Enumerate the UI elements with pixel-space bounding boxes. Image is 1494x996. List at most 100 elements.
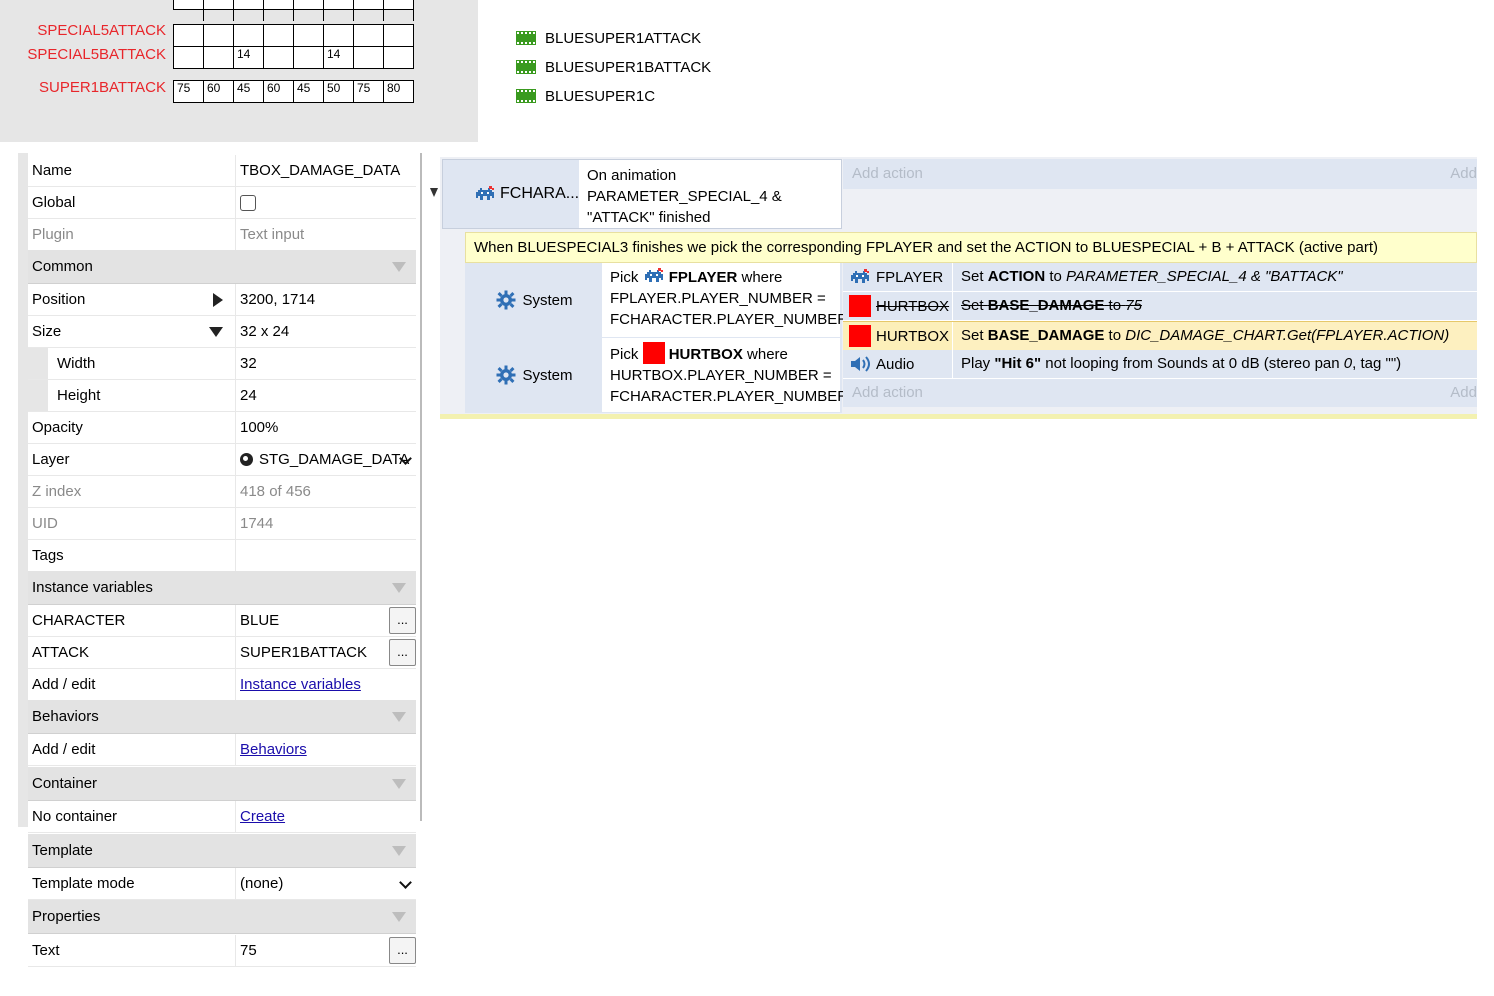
section-label: Container (32, 775, 98, 792)
condition-line: HURTBOX.PLAYER_NUMBER = (610, 367, 832, 384)
action-text: Play "Hit 6" not looping from Sounds at … (952, 350, 1477, 378)
grid-cell[interactable] (384, 0, 414, 21)
grid-cell[interactable] (354, 25, 384, 46)
collapse-triangle-icon (392, 911, 406, 922)
text-field[interactable]: 75 ... (235, 935, 416, 966)
height-field[interactable]: 24 (235, 380, 416, 411)
section-label: Properties (32, 908, 101, 925)
edit-ellipsis-button[interactable]: ... (389, 639, 416, 666)
prop-label: ATTACK (32, 644, 89, 661)
sprite-invader-icon (643, 268, 665, 284)
add-action-button[interactable]: Add action Add (843, 159, 1477, 189)
grid-row: 75 60 45 60 45 50 75 80 (173, 80, 414, 103)
action-object-name: Audio (876, 355, 915, 373)
grid-cell[interactable] (174, 25, 204, 46)
prop-row-zindex: Z index 418 of 456 (28, 476, 416, 508)
size-field[interactable]: 32 x 24 (235, 316, 416, 347)
prop-row-plugin: Plugin Text input (28, 219, 416, 251)
instance-variables-link[interactable]: Instance variables (240, 676, 361, 693)
section-container[interactable]: Container (28, 767, 416, 801)
create-container-link[interactable]: Create (240, 808, 285, 825)
edit-ellipsis-button[interactable]: ... (389, 937, 416, 964)
prop-value: BLUE (240, 612, 280, 629)
action-row[interactable]: FPLAYER Set ACTION to PARAMETER_SPECIAL_… (843, 263, 1477, 292)
grid-cell[interactable]: 75 (174, 81, 204, 102)
grid-cell[interactable]: 14 (324, 47, 354, 68)
grid-cell[interactable] (264, 0, 294, 21)
where-word: where (741, 269, 783, 286)
speaker-icon (851, 356, 870, 372)
prop-value: (none) (240, 875, 284, 892)
global-checkbox[interactable] (240, 194, 256, 211)
grid-cell[interactable]: 80 (384, 81, 414, 102)
grid-cell[interactable] (204, 47, 234, 68)
behaviors-link[interactable]: Behaviors (240, 741, 307, 758)
grid-cell[interactable] (294, 0, 324, 21)
sub-condition[interactable]: System Pick HURTBOX where HURTBOX.PLAYER… (467, 338, 848, 412)
grid-cell[interactable]: 50 (324, 81, 354, 102)
grid-cell[interactable] (294, 47, 324, 68)
collapse-triangle-icon (392, 778, 406, 789)
grid-cell[interactable] (264, 47, 294, 68)
action-row-selected[interactable]: HURTBOX Set BASE_DAMAGE to DIC_DAMAGE_CH… (843, 321, 1477, 351)
action-row[interactable]: Audio Play "Hit 6" not looping from Soun… (843, 350, 1477, 379)
layer-select[interactable]: STG_DAMAGE_DATA (235, 444, 416, 475)
add-action-button[interactable]: Add action Add (843, 379, 1477, 407)
attack-field[interactable]: SUPER1BATTACK ... (235, 637, 416, 668)
section-template[interactable]: Template (28, 834, 416, 868)
grid-cell[interactable] (384, 25, 414, 46)
opacity-field[interactable]: 100% (235, 412, 416, 443)
grid-cell[interactable] (294, 25, 324, 46)
section-behaviors[interactable]: Behaviors (28, 700, 416, 734)
collapse-event-icon[interactable] (430, 188, 438, 197)
grid-cell[interactable]: 60 (264, 81, 294, 102)
grid-cell[interactable] (234, 25, 264, 46)
grid-cell[interactable]: 75 (354, 81, 384, 102)
template-mode-select[interactable]: (none) (235, 868, 416, 899)
panel-scrollbar[interactable] (420, 153, 422, 821)
edit-ellipsis-button[interactable]: ... (389, 607, 416, 634)
prop-value: 3200, 1714 (240, 291, 316, 308)
event-condition[interactable]: FCHARA... On animation PARAMETER_SPECIAL… (442, 159, 842, 229)
prop-label: Size (32, 323, 62, 340)
grid-cell[interactable] (234, 0, 264, 21)
condition-line: FCHARACTER.PLAYER_NUMBER (610, 311, 849, 328)
tags-field[interactable] (235, 540, 416, 571)
sound-name: "Hit 6" (994, 355, 1042, 372)
collapse-arrow-icon[interactable] (209, 326, 223, 337)
width-field[interactable]: 32 (235, 348, 416, 379)
sub-condition[interactable]: System Pick FPLAYER where FPLAYER.PLAYER… (467, 263, 849, 337)
grid-cell[interactable]: 45 (234, 81, 264, 102)
asset-item[interactable]: BLUESUPER1C (516, 86, 655, 106)
grid-cell[interactable] (324, 0, 354, 21)
grid-cell[interactable] (264, 25, 294, 46)
section-instance-variables[interactable]: Instance variables (28, 571, 416, 605)
plugin-cell: Text input (235, 219, 416, 250)
expand-arrow-icon[interactable] (213, 292, 223, 307)
name-field[interactable]: TBOX_DAMAGE_DATA (235, 155, 416, 186)
section-properties[interactable]: Properties (28, 900, 416, 934)
grid-cell[interactable]: 45 (294, 81, 324, 102)
action-row-disabled[interactable]: HURTBOX Set BASE_DAMAGE to 75 (843, 292, 1477, 321)
grid-cell[interactable] (174, 0, 204, 21)
prop-label: Template mode (32, 875, 135, 892)
play-word: Play (961, 355, 991, 372)
asset-item[interactable]: BLUESUPER1BATTACK (516, 57, 711, 77)
grid-cell[interactable] (354, 0, 384, 21)
grid-cell[interactable] (354, 47, 384, 68)
grid-cell[interactable] (174, 47, 204, 68)
position-field[interactable]: 3200, 1714 (235, 284, 416, 315)
panel-gutter-gap (18, 827, 28, 835)
grid-cell[interactable]: 60 (204, 81, 234, 102)
section-common[interactable]: Common (28, 250, 416, 284)
iv-link-cell: Instance variables (235, 669, 416, 700)
character-field[interactable]: BLUE ... (235, 605, 416, 636)
grid-cell[interactable] (204, 0, 234, 21)
grid-cell[interactable] (204, 25, 234, 46)
grid-cell[interactable] (384, 47, 414, 68)
grid-cell[interactable] (324, 25, 354, 46)
asset-item[interactable]: BLUESUPER1ATTACK (516, 28, 701, 48)
section-label: Template (32, 842, 93, 859)
event-comment[interactable]: When BLUESPECIAL3 finishes we pick the c… (465, 232, 1477, 263)
grid-cell[interactable]: 14 (234, 47, 264, 68)
